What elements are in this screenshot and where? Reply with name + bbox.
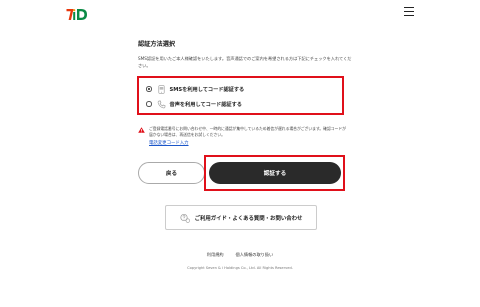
warning-text: ご登録電話番号にお問い合わせ中、一時的に通話が集中しているため着信が遅れる場合が…	[149, 126, 346, 137]
guide-label: ご利用ガイド・よくある質問・お問い合わせ	[194, 215, 303, 222]
phone-icon	[157, 100, 165, 108]
logo-mark	[66, 9, 87, 20]
option-sms[interactable]: SMSを利用してコード認証する	[146, 84, 244, 94]
copyright: Copyright Seven & i Holdings Co., Ltd. A…	[187, 266, 293, 270]
option-voice[interactable]: 音声を利用してコード認証する	[146, 99, 242, 109]
sms-icon	[157, 84, 165, 94]
seven-id-logo[interactable]	[66, 6, 88, 20]
hamburger-icon-bar	[404, 14, 414, 16]
auth-description: SMS認証を用いたご本人様確認をいたします。音声通話でのご案内を希望される方は下…	[138, 56, 352, 68]
back-button[interactable]: 戻る	[138, 162, 205, 184]
footer-links: 利用規約 個人情報の取り扱い	[0, 252, 480, 258]
option-sms-label: SMSを利用してコード認証する	[169, 86, 245, 93]
submit-button[interactable]: 認証する	[209, 162, 341, 184]
radio-sms[interactable]	[146, 86, 152, 92]
option-voice-label: 音声を利用してコード認証する	[169, 101, 242, 108]
help-icon	[180, 213, 190, 223]
hamburger-icon	[404, 7, 414, 9]
page-title: 認証方法選択	[138, 41, 176, 48]
warning-icon	[138, 127, 145, 133]
radio-voice[interactable]	[146, 101, 152, 107]
phone-change-link[interactable]: 電話変更コード入力	[149, 140, 189, 146]
footer-link-privacy[interactable]: 個人情報の取り扱い	[236, 252, 274, 258]
hamburger-menu-button[interactable]	[404, 7, 414, 16]
auth-options-highlight	[137, 76, 344, 115]
footer-link-terms[interactable]: 利用規約	[207, 252, 224, 258]
guide-faq-button[interactable]: ご利用ガイド・よくある質問・お問い合わせ	[165, 205, 317, 230]
hamburger-icon-bar	[404, 10, 414, 13]
